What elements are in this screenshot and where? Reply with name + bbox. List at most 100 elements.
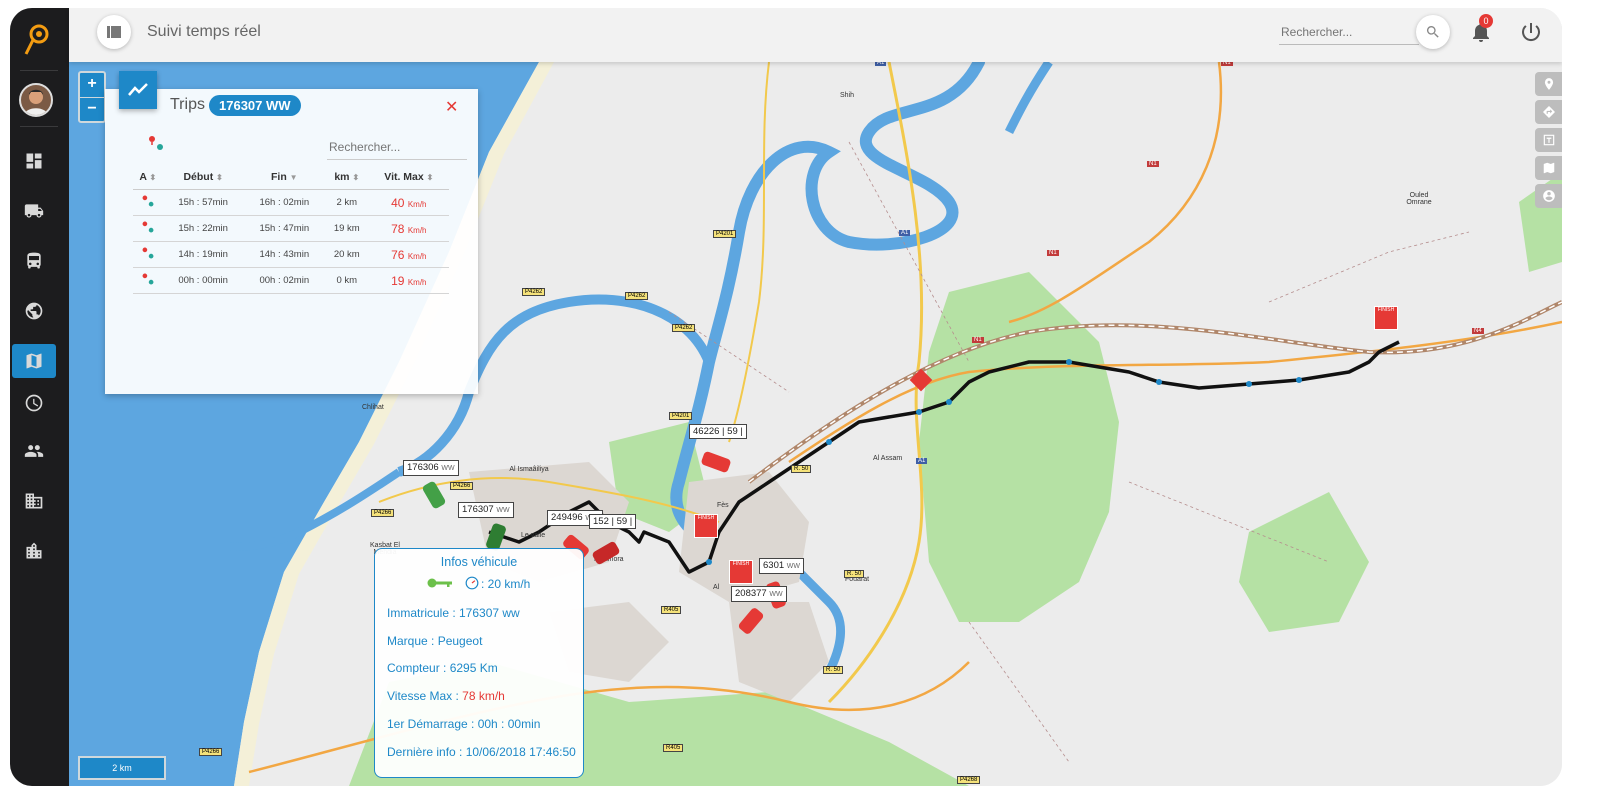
trip-distance: 20 km [324, 241, 369, 268]
road-shield: P4262 [672, 324, 696, 332]
trip-start: 15h : 22min [162, 215, 244, 242]
tool-text-button[interactable] [1535, 128, 1562, 152]
table-row[interactable]: 15h : 57min 16h : 02min 2 km 40 Km/h [133, 189, 449, 216]
trip-end: 16h : 02min [243, 189, 325, 216]
column-header[interactable]: km ⬍ [324, 165, 369, 190]
road-shield: P4201 [669, 412, 693, 420]
road-shield: P4266 [199, 748, 223, 756]
vehicle-label[interactable]: 176306 WW [403, 460, 459, 476]
clock-icon [25, 394, 43, 412]
location-pin-icon [1544, 78, 1554, 90]
page-title: Suivi temps réel [147, 23, 261, 40]
sidebar-item-trucks[interactable] [12, 194, 56, 228]
trip-end: 15h : 47min [243, 215, 325, 242]
power-icon[interactable] [1519, 20, 1543, 44]
info-compteur: Compteur : 6295 Km [387, 661, 498, 675]
finish-marker-icon[interactable]: FINISH [729, 560, 753, 584]
sidebar-item-dashboard[interactable] [12, 144, 56, 178]
sidebar-item-companies[interactable] [12, 484, 56, 518]
road-shield: R. 50 [791, 465, 812, 473]
road-shield: A1 [916, 458, 928, 464]
trip-distance: 0 km [324, 267, 369, 294]
app-window: Shih Ouled Omrane Chlihat Al Ismaâiliya … [10, 8, 1562, 786]
zoom-in-button[interactable]: + [80, 73, 104, 98]
notification-badge: 0 [1479, 14, 1493, 28]
map-icon [26, 353, 42, 369]
trip-end: 00h : 02min [243, 267, 325, 294]
zoom-control: + − [78, 71, 106, 123]
app-logo-icon[interactable] [22, 20, 52, 60]
road-shield: N4 [1472, 328, 1484, 334]
vehicle-info-popup: Infos véhicule : 20 km/h Immatricule : 1… [374, 548, 584, 778]
road-shield: R405 [663, 744, 684, 752]
map-toolbar [1535, 72, 1562, 212]
info-marque: Marque : Peugeot [387, 634, 483, 648]
trip-end: 14h : 43min [243, 241, 325, 268]
tool-user-button[interactable] [1535, 184, 1562, 208]
zoom-out-button[interactable]: − [80, 98, 104, 122]
place-label: Al [713, 584, 720, 591]
column-header[interactable]: Vit. Max ⬍ [368, 165, 449, 190]
info-title: Infos véhicule [440, 555, 518, 569]
tool-marker-button[interactable] [1535, 72, 1562, 96]
vehicle-label[interactable]: 152 | 59 | [589, 514, 637, 529]
finish-marker-icon[interactable]: FINISH [1374, 306, 1398, 330]
menu-toggle-button[interactable] [97, 15, 131, 49]
tool-directions-button[interactable] [1535, 100, 1562, 124]
info-speed: : 20 km/h [481, 577, 531, 591]
sidebar-item-globe[interactable] [12, 294, 56, 328]
table-row[interactable]: 00h : 00min 00h : 02min 0 km 19 Km/h [133, 267, 449, 294]
sidebar-item-city[interactable] [12, 534, 56, 568]
tool-map-button[interactable] [1535, 156, 1562, 180]
close-button[interactable]: ✕ [445, 97, 458, 117]
key-icon [427, 578, 452, 588]
place-label: Al Ismaâiliya [509, 466, 549, 473]
road-shield: N1 [972, 337, 984, 343]
column-header[interactable]: Début ⬍ [162, 165, 244, 190]
route-pins-icon [142, 247, 154, 259]
trip-start: 14h : 19min [162, 241, 244, 268]
speedometer-icon [465, 576, 479, 590]
sidebar-item-bus[interactable] [12, 244, 56, 278]
avatar[interactable] [19, 83, 53, 117]
vehicle-label[interactable]: 6301 WW [759, 558, 804, 574]
text-box-icon [1543, 134, 1555, 146]
city-icon [26, 542, 42, 559]
people-icon [24, 445, 44, 457]
account-icon [1543, 190, 1555, 202]
divider [20, 126, 58, 127]
vehicle-label[interactable]: 46226 | 59 | [689, 424, 747, 439]
trips-panel: Trips 176307 WW ✕ A ⬍ Début ⬍ Fin ▼ km ⬍… [105, 71, 478, 394]
sidebar-item-map[interactable] [12, 344, 56, 378]
road-shield: R. 50 [844, 570, 865, 578]
directions-icon [1543, 106, 1555, 118]
globe-icon [25, 302, 43, 320]
route-pins-icon [142, 273, 154, 285]
trip-distance: 2 km [324, 189, 369, 216]
trips-search-input[interactable] [327, 135, 467, 160]
search-button[interactable] [1416, 15, 1450, 49]
sidebar-item-history[interactable] [12, 386, 56, 420]
sidebar-item-users[interactable] [12, 434, 56, 468]
trip-max-speed: 78 Km/h [368, 215, 449, 242]
vehicle-label[interactable]: 208377 WW [731, 586, 787, 602]
search-icon [1426, 26, 1439, 38]
search-input[interactable] [1279, 20, 1419, 45]
vehicle-plate-badge: 176307 WW [209, 95, 301, 116]
trip-max-speed: 19 Km/h [368, 267, 449, 294]
road-shield: R405 [661, 606, 682, 614]
menu-icon [107, 26, 121, 38]
info-derniere: Dernière info : 10/06/2018 17:46:50 [387, 745, 576, 759]
vehicle-label[interactable]: 176307 WW [458, 502, 514, 518]
column-header[interactable]: A ⬍ [133, 165, 163, 190]
trips-title: Trips [170, 96, 205, 113]
road-shield: P4268 [957, 776, 981, 784]
building-icon [25, 493, 43, 509]
column-header[interactable]: Fin ▼ [243, 165, 325, 190]
trip-max-speed: 76 Km/h [368, 241, 449, 268]
table-row[interactable]: 15h : 22min 15h : 47min 19 km 78 Km/h [133, 215, 449, 242]
route-pins-icon [142, 221, 154, 233]
table-row[interactable]: 14h : 19min 14h : 43min 20 km 76 Km/h [133, 241, 449, 268]
finish-marker-icon[interactable]: FINISH [694, 514, 718, 538]
info-vitesse-max: Vitesse Max : 78 km/h [387, 689, 505, 703]
